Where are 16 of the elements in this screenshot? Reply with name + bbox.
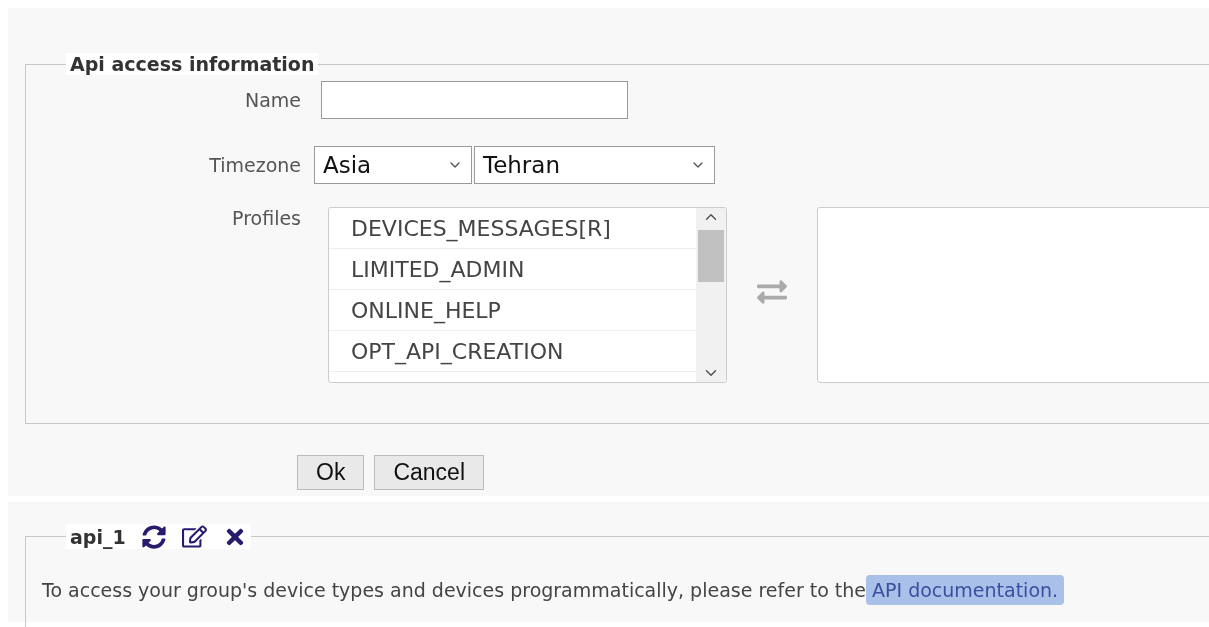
profile-option[interactable]: DEVICES_MESSAGES[R] bbox=[329, 208, 696, 249]
ok-button[interactable]: Ok bbox=[297, 455, 365, 490]
field-label: Timezone bbox=[208, 154, 302, 176]
field-label: Name bbox=[243, 89, 302, 111]
region-select[interactable]: Asia bbox=[314, 146, 472, 184]
name-input[interactable] bbox=[321, 81, 628, 119]
panel-title: Api access information bbox=[66, 53, 319, 75]
cancel-button[interactable]: Cancel bbox=[374, 455, 484, 490]
profiles-listbox[interactable]: DEVICES_MESSAGES[R] LIMITED_ADMIN ONLINE_HELP OPT_API_CREATION bbox=[328, 207, 727, 383]
field-label: Profiles bbox=[231, 207, 302, 229]
scrollbar[interactable] bbox=[696, 208, 726, 382]
city-select[interactable]: Tehran bbox=[474, 146, 715, 184]
edit-icon[interactable] bbox=[181, 524, 207, 549]
refresh-icon[interactable] bbox=[141, 524, 166, 549]
documentation-link[interactable]: API documentation. bbox=[866, 575, 1065, 605]
panel-title: api_1 bbox=[70, 525, 126, 548]
